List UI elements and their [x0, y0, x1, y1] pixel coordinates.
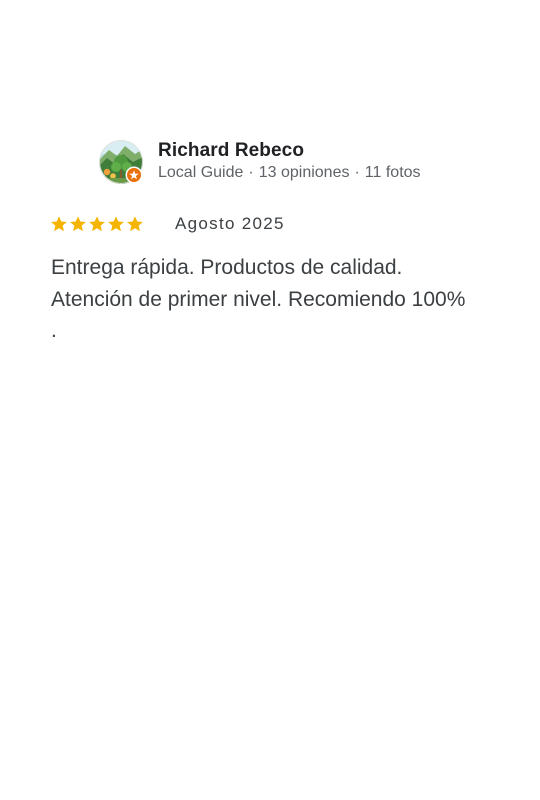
meta-separator: · [354, 164, 360, 181]
author-reviews-count: 13 opiniones [258, 164, 350, 181]
star-rating [50, 215, 144, 235]
author-name[interactable]: Richard Rebeco [158, 140, 304, 162]
review-date: Agosto 2025 [175, 214, 285, 233]
star-icon [127, 216, 143, 232]
star-icon [108, 216, 124, 232]
meta-separator: · [248, 164, 254, 181]
author-avatar[interactable] [99, 140, 143, 184]
author-photos-count: 11 fotos [364, 164, 421, 181]
review-card: Richard Rebeco Local Guide · 13 opiniones ·… [0, 0, 540, 800]
local-guide-badge-icon [125, 166, 143, 184]
author-meta: Local Guide · 13 opiniones · 11 fotos [158, 164, 421, 182]
star-icon [51, 216, 67, 232]
review-text: Entrega rápida. Productos de calidad. At… [51, 256, 466, 342]
author-level: Local Guide [158, 164, 244, 181]
star-icon [70, 216, 86, 232]
star-icon [89, 216, 105, 232]
